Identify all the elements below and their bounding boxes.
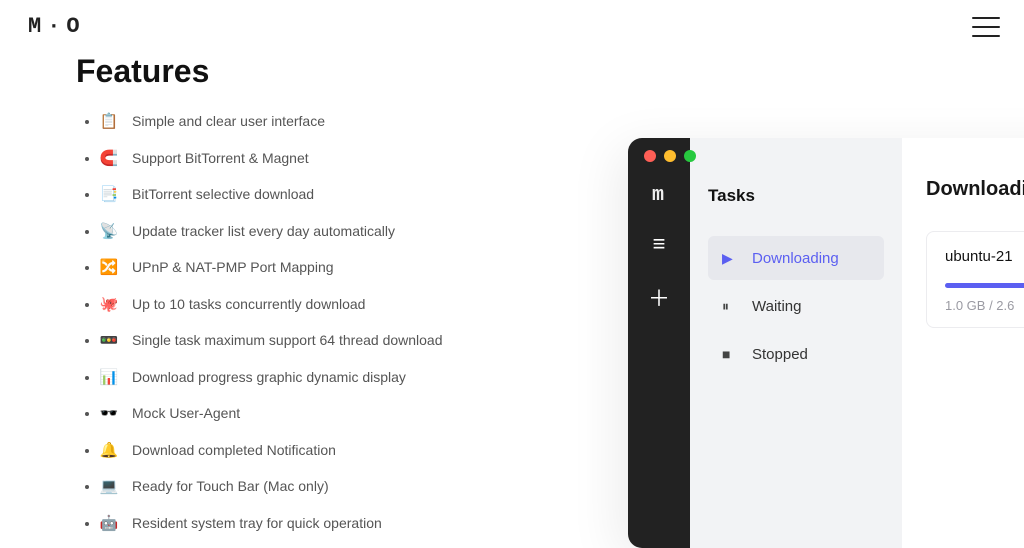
app-screenshot: m ≡ ＋ Tasks ▶ Downloading ⏸ Waiting ■ St… [628, 138, 1024, 548]
feature-text: UPnP & NAT-PMP Port Mapping [132, 259, 334, 275]
task-filter-label: Waiting [752, 298, 801, 315]
feature-text: Resident system tray for quick operation [132, 515, 382, 531]
feature-icon: 🔔 [100, 441, 118, 459]
download-filename: ubuntu-21 [945, 248, 1024, 265]
maximize-icon[interactable] [684, 150, 696, 162]
feature-icon: 🐙 [100, 295, 118, 313]
feature-text: Simple and clear user interface [132, 113, 325, 129]
feature-icon: 💻 [100, 477, 118, 495]
add-task-icon[interactable]: ＋ [648, 281, 670, 313]
tasks-panel: Tasks ▶ Downloading ⏸ Waiting ■ Stopped [690, 138, 902, 548]
feature-icon: 📡 [100, 222, 118, 240]
feature-icon: 🚥 [100, 331, 118, 349]
app-rail: m ≡ ＋ [628, 138, 690, 548]
stop-icon: ■ [722, 346, 738, 362]
menu-hamburger-icon[interactable] [972, 17, 1000, 37]
feature-text: Ready for Touch Bar (Mac only) [132, 478, 329, 494]
minimize-icon[interactable] [664, 150, 676, 162]
play-icon: ▶ [722, 250, 738, 267]
feature-text: Support BitTorrent & Magnet [132, 150, 309, 166]
main-panel: Downloading ubuntu-21 1.0 GB / 2.6 [902, 138, 1024, 548]
window-controls [644, 150, 696, 162]
task-filter-label: Downloading [752, 250, 839, 267]
feature-icon: 📊 [100, 368, 118, 386]
topbar: M·O [0, 0, 1024, 47]
feature-icon: 📋 [100, 112, 118, 130]
feature-text: Up to 10 tasks concurrently download [132, 296, 365, 312]
main-panel-title: Downloading [926, 178, 1024, 201]
tasks-title: Tasks [708, 186, 884, 206]
task-filter-downloading[interactable]: ▶ Downloading [708, 236, 884, 280]
tasks-list-icon[interactable]: ≡ [653, 231, 666, 257]
download-size-meta: 1.0 GB / 2.6 [945, 298, 1024, 313]
task-filter-waiting[interactable]: ⏸ Waiting [708, 284, 884, 328]
feature-icon: 🕶️ [100, 404, 118, 422]
feature-text: Download completed Notification [132, 442, 336, 458]
feature-text: Single task maximum support 64 thread do… [132, 332, 443, 348]
page-title: Features [76, 53, 1024, 90]
download-card[interactable]: ubuntu-21 1.0 GB / 2.6 [926, 231, 1024, 328]
feature-text: Update tracker list every day automatica… [132, 223, 395, 239]
close-icon[interactable] [644, 150, 656, 162]
progress-bar [945, 283, 1024, 288]
feature-icon: 🧲 [100, 149, 118, 167]
feature-icon: 📑 [100, 185, 118, 203]
task-filter-stopped[interactable]: ■ Stopped [708, 332, 884, 376]
feature-text: Mock User-Agent [132, 405, 240, 421]
site-logo[interactable]: M·O [28, 14, 86, 39]
feature-text: BitTorrent selective download [132, 186, 314, 202]
feature-text: Download progress graphic dynamic displa… [132, 369, 406, 385]
task-filter-label: Stopped [752, 346, 808, 363]
feature-icon: 🔀 [100, 258, 118, 276]
feature-item: 📋 Simple and clear user interface [100, 112, 1024, 130]
feature-icon: 🤖 [100, 514, 118, 532]
pause-icon: ⏸ [722, 298, 738, 315]
app-logo-icon[interactable]: m [652, 184, 666, 207]
